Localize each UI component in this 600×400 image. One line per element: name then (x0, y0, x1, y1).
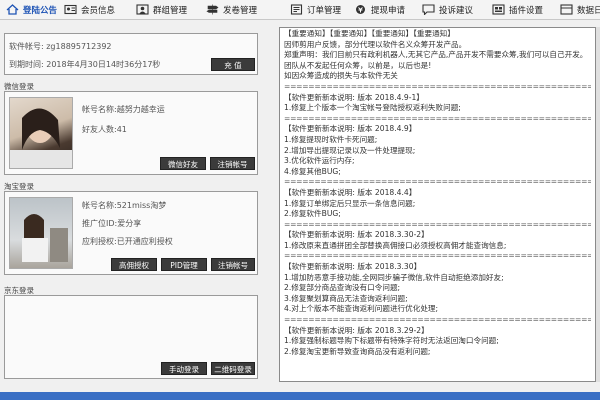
announcement-line: 1.修复提现时软件卡死问题; (284, 134, 378, 144)
announcement-line: 1.修复订单绑定后只显示一条信息问题; (284, 198, 416, 208)
taobao-auth-button[interactable]: 高佣授权 (111, 258, 157, 271)
announcement-line: 因师剪用户反馈，部分代理以软件名义众筹开发产品。 (284, 39, 467, 49)
software-account: 软件帐号: zg18895712392 (9, 42, 112, 51)
announcement-line: 3.修复聚划算商品无法查询返利问题; (284, 293, 408, 303)
jd-manual-login-button[interactable]: 手动登录 (161, 362, 207, 375)
nav-label: 插件设置 (509, 5, 544, 16)
wechat-avatar (9, 97, 73, 169)
announcement-line: 4.修复其他BUG; (284, 166, 341, 176)
announcement-line: 【软件更新新本说明: 版本 2018.4.4】 (284, 187, 417, 197)
wechat-friend-count: 好友人数:41 (82, 125, 127, 134)
recharge-button[interactable]: 充 值 (211, 58, 255, 71)
complaint-icon (422, 4, 435, 15)
announcement-line: 2.修复淘宝更新导致查询商品没有返利问题; (284, 346, 431, 356)
account-panel: 软件帐号: zg18895712392 到期时间: 2018年4月30日14时3… (4, 33, 258, 75)
taobao-logout-button[interactable]: 注销帐号 (211, 258, 255, 271)
announcement-line: 3.优化软件运行内存; (284, 156, 355, 166)
nav-plugin-settings[interactable]: 插件设置 (486, 0, 554, 19)
announcement-line: ========================================… (284, 113, 591, 123)
wechat-logout-button[interactable]: 注销帐号 (210, 157, 255, 170)
plugin-icon (492, 4, 505, 15)
announcement-line: 【重要通知】【重要通知】【重要通知】【重要通知】 (284, 29, 455, 38)
group-icon (136, 4, 149, 15)
sign-icon (206, 4, 219, 15)
nav-member-info[interactable]: 会员信息 (58, 0, 130, 19)
nav-coupon-management[interactable]: 发卷管理 (200, 0, 284, 19)
nav-label: 订单管理 (307, 5, 342, 16)
announcement-line: ========================================… (284, 315, 591, 325)
taobao-promo-id: 推广位ID:爱分享 (82, 219, 142, 228)
announcement-line: 1.修改原来直通拼团全部替换高佣接口必须授权高佣才能查询信息; (284, 240, 507, 250)
announcement-line: 2.增加导出提现记录以及一件处理提现; (284, 145, 416, 155)
top-navigation-bar: 登陆公告 会员信息 群组管理 发卷管理 订单管理 提现申请 投诉建议 插件设置 … (0, 0, 600, 20)
nav-complaint-suggestion[interactable]: 投诉建议 (416, 0, 486, 19)
nav-label: 会员信息 (81, 5, 116, 16)
announcement-line: 【软件更新新本说明: 版本 2018.3.30-2】 (284, 230, 429, 240)
announcement-text: 【重要通知】【重要通知】【重要通知】【重要通知】 因师剪用户反馈，部分代理以软件… (280, 28, 595, 358)
nav-data-log[interactable]: 数据日 (554, 0, 600, 19)
announcement-line: ========================================… (284, 177, 591, 187)
announcement-line: 2.修复部分商品查询没有口令问题; (284, 283, 401, 293)
announcement-line: 【软件更新新本说明: 版本 2018.4.9-1】 (284, 92, 424, 102)
nav-login-announcement[interactable]: 登陆公告 (0, 0, 58, 19)
announcement-box[interactable]: 【重要通知】【重要通知】【重要通知】【重要通知】 因师剪用户反馈，部分代理以软件… (279, 27, 596, 382)
announcement-line: ========================================… (284, 251, 591, 261)
jd-qr-login-button[interactable]: 二维码登录 (211, 362, 255, 375)
nav-group-management[interactable]: 群组管理 (130, 0, 200, 19)
cart-icon (290, 4, 303, 15)
announcement-line: 郑重声明：我们目前只有政利机器人,无其它产品,产品开发不需要众筹,我们可以自己开… (284, 50, 588, 60)
wechat-friends-button[interactable]: 微信好友 (160, 157, 206, 170)
announcement-line: 如因众筹造成的损失与本软件无关 (284, 71, 398, 81)
nav-label: 提现申请 (371, 5, 406, 16)
announcement-line: 2.修复软件BUG; (284, 209, 341, 219)
data-icon (560, 4, 573, 15)
announcement-line: 【软件更新新本说明: 版本 2018.4.9】 (284, 124, 417, 134)
nav-label: 发卷管理 (223, 5, 258, 16)
nav-label: 数据日 (577, 5, 600, 16)
jd-login-panel: 手动登录 二维码登录 (4, 295, 258, 379)
withdraw-icon (354, 4, 367, 15)
pid-management-button[interactable]: PID管理 (161, 258, 207, 271)
taobao-account-name: 帐号名称:521miss淘梦 (82, 201, 167, 210)
announcement-line: 【软件更新新本说明: 版本 2018.3.30】 (284, 262, 422, 272)
id-card-icon (64, 4, 77, 15)
wechat-login-panel: 帐号名称:越努力越幸运 好友人数:41 微信好友 注销帐号 (4, 91, 258, 175)
announcement-line: 4.对上个版本不能查询返利问题进行优化处理; (284, 304, 439, 314)
nav-withdraw-request[interactable]: 提现申请 (348, 0, 416, 19)
nav-order-management[interactable]: 订单管理 (284, 0, 348, 19)
taobao-avatar (9, 197, 73, 269)
announcement-line: 【软件更新新本说明: 版本 2018.3.29-2】 (284, 325, 429, 335)
wechat-account-name: 帐号名称:越努力越幸运 (82, 105, 165, 114)
expiry-time: 到期时间: 2018年4月30日14时36分17秒 (9, 60, 161, 69)
taobao-auth-status: 应利授权:已开通应利授权 (82, 237, 173, 246)
taobao-login-panel: 帐号名称:521miss淘梦 推广位ID:爱分享 应利授权:已开通应利授权 高佣… (4, 191, 258, 275)
announcement-line: 团队从不发起任何众筹，以前是，以后也是! (284, 60, 432, 70)
announcement-line: ========================================… (284, 219, 591, 229)
announcement-line: 1.增加防恶意手接功能,全网同步骗子微信,软件自动拒绝添加好友; (284, 272, 504, 282)
announcement-line: 1.修复上个版本一个淘宝帐号登陆授权返利失败问题; (284, 103, 461, 113)
announcement-scrollbar[interactable] (596, 27, 600, 382)
nav-label: 投诉建议 (439, 5, 474, 16)
announcement-line: ========================================… (284, 81, 591, 91)
bottom-status-bar (0, 392, 600, 400)
home-icon (6, 4, 19, 15)
nav-label: 登陆公告 (23, 5, 58, 16)
nav-label: 群组管理 (153, 5, 188, 16)
announcement-line: 1.修复强制标题导购下标题带有特殊字符时无法返回淘口令问题; (284, 336, 499, 346)
